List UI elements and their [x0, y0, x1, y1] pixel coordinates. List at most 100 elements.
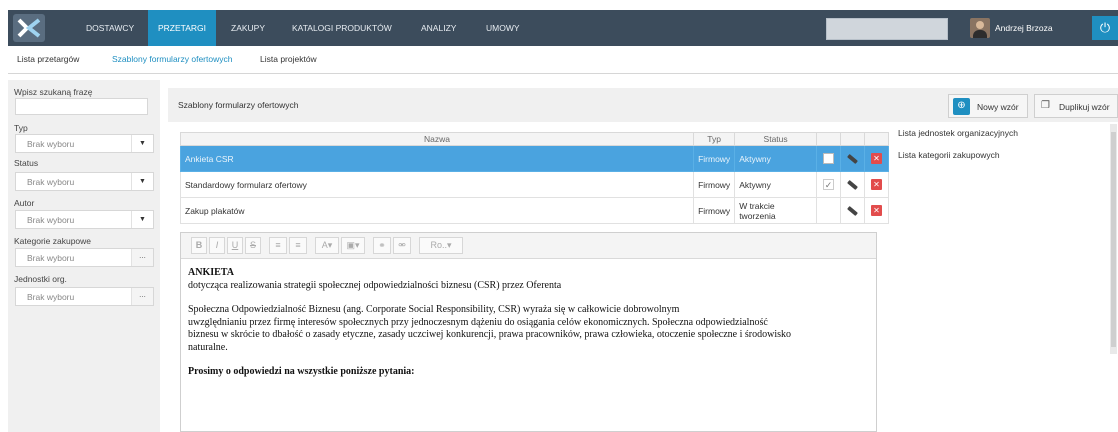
- bullet-list-button[interactable]: ≡: [289, 237, 307, 254]
- row-status: Aktywny: [734, 145, 818, 172]
- duplicate-template-button[interactable]: ❐ Duplikuj wzór: [1034, 94, 1118, 118]
- table-header: Nazwa Typ Status: [179, 132, 890, 146]
- autor-value: Brak wyboru: [27, 215, 75, 225]
- jednostki-value: Brak wyboru: [27, 292, 75, 302]
- tab-lista-projektow[interactable]: Lista projektów: [260, 54, 317, 64]
- row-checkbox-cell: ✓: [816, 171, 841, 198]
- kategorie-picker[interactable]: Brak wyboru ...: [15, 248, 154, 267]
- jednostki-picker[interactable]: Brak wyboru ...: [15, 287, 154, 306]
- kategorie-label: Kategorie zakupowe: [14, 236, 92, 246]
- row-checkbox-cell: [816, 197, 841, 224]
- autor-select[interactable]: Brak wyboru ▼: [15, 210, 154, 229]
- user-name: Andrzej Brzoza: [995, 23, 1053, 33]
- editor-toolbar: B I U S ≡ ≡ A▾ ▣▾ ⚭ ⚮ Ro..▾: [181, 233, 876, 259]
- typ-label: Typ: [14, 123, 28, 133]
- font-size-select[interactable]: Ro..▾: [419, 237, 463, 254]
- nav-analizy[interactable]: ANALIZY: [411, 10, 466, 46]
- col-blank: [863, 132, 890, 146]
- main-panel: Szablony formularzy ofertowych ⊕ Nowy wz…: [168, 80, 1118, 432]
- editor-content[interactable]: ANKIETA dotycząca realizowania strategii…: [188, 267, 878, 379]
- content-subtitle: dotycząca realizowania strategii społecz…: [188, 279, 562, 291]
- italic-button[interactable]: I: [209, 237, 225, 254]
- user-menu[interactable]: Andrzej Brzoza: [970, 10, 1053, 46]
- checkbox[interactable]: [823, 153, 835, 165]
- nav-umowy[interactable]: UMOWY: [476, 10, 530, 46]
- table-row[interactable]: Standardowy formularz ofertowy Firmowy A…: [179, 171, 890, 198]
- table-row[interactable]: Zakup plakatów Firmowy W trakcie tworzen…: [179, 197, 890, 224]
- nav-dostawcy[interactable]: DOSTAWCY: [76, 10, 144, 46]
- row-status: W trakcie tworzenia: [734, 197, 818, 224]
- link-jednostki[interactable]: Lista jednostek organizacyjnych: [898, 128, 1018, 138]
- pencil-icon[interactable]: [846, 180, 858, 191]
- delete-icon[interactable]: ✕: [870, 179, 882, 191]
- row-type: Firmowy: [693, 171, 736, 198]
- status-label: Status: [14, 158, 39, 168]
- global-search-input[interactable]: [826, 18, 948, 40]
- background-color-button[interactable]: ▣▾: [341, 237, 365, 254]
- col-blank: [816, 132, 841, 146]
- content-paragraph: uwzględnianiu przez firmę interesów społ…: [188, 316, 768, 328]
- table-row[interactable]: Ankieta CSR Firmowy Aktywny ✕: [179, 145, 890, 172]
- avatar: [970, 18, 990, 38]
- row-type: Firmowy: [693, 145, 736, 172]
- templates-table: Nazwa Typ Status Ankieta CSR Firmowy Akt…: [179, 132, 890, 224]
- font-color-button[interactable]: A▾: [315, 237, 339, 254]
- link-kategorie[interactable]: Lista kategorii zakupowych: [898, 150, 1000, 160]
- main-header: Szablony formularzy ofertowych ⊕ Nowy wz…: [168, 88, 1118, 122]
- pencil-icon[interactable]: [846, 206, 858, 217]
- strike-button[interactable]: S: [245, 237, 261, 254]
- autor-label: Autor: [14, 198, 35, 208]
- underline-button[interactable]: U: [227, 237, 243, 254]
- power-icon: ⏻: [1099, 20, 1111, 35]
- top-navbar: DOSTAWCY PRZETARGI ZAKUPY KATALOGI PRODU…: [8, 10, 1118, 46]
- nav-przetargi[interactable]: PRZETARGI: [148, 10, 217, 46]
- content-paragraph: Społeczna Odpowiedzialność Biznesu (ang.…: [188, 304, 680, 315]
- row-checkbox-cell: [816, 145, 841, 172]
- chevron-down-icon: ▼: [131, 135, 153, 152]
- content-closing: Prosimy o odpowiedzi na wszystkie poniżs…: [188, 366, 415, 377]
- tab-szablony-formularzy[interactable]: Szablony formularzy ofertowych: [112, 54, 232, 64]
- unlink-button[interactable]: ⚮: [393, 237, 411, 254]
- row-name: Standardowy formularz ofertowy: [179, 171, 695, 198]
- logo-icon: [13, 14, 45, 42]
- new-template-button[interactable]: ⊕ Nowy wzór: [948, 94, 1028, 118]
- typ-value: Brak wyboru: [27, 139, 75, 149]
- delete-icon[interactable]: ✕: [870, 205, 882, 217]
- row-name: Ankieta CSR: [179, 145, 695, 172]
- bold-button[interactable]: B: [191, 237, 207, 254]
- filter-panel: Wpisz szukaną frazę Typ Brak wyboru ▼ St…: [8, 80, 160, 432]
- right-side-panel: Lista jednostek organizacyjnych Lista ka…: [894, 122, 1118, 432]
- typ-select[interactable]: Brak wyboru ▼: [15, 134, 154, 153]
- row-delete-cell: ✕: [863, 145, 890, 172]
- row-type: Firmowy: [693, 197, 736, 224]
- col-typ[interactable]: Typ: [693, 132, 736, 146]
- scrollbar[interactable]: [1110, 124, 1117, 354]
- check-icon[interactable]: ✓: [823, 179, 835, 191]
- pencil-icon[interactable]: [846, 154, 858, 165]
- ordered-list-button[interactable]: ≡: [269, 237, 287, 254]
- col-nazwa[interactable]: Nazwa: [179, 132, 695, 146]
- delete-icon[interactable]: ✕: [870, 153, 882, 165]
- nav-zakupy[interactable]: ZAKUPY: [221, 10, 275, 46]
- row-edit-cell: [840, 145, 865, 172]
- status-select[interactable]: Brak wyboru ▼: [15, 172, 154, 191]
- row-edit-cell: [840, 171, 865, 198]
- rich-text-editor[interactable]: B I U S ≡ ≡ A▾ ▣▾ ⚭ ⚮ Ro..▾ ANKIETA doty…: [180, 232, 877, 432]
- copy-icon: ❐: [1041, 100, 1050, 111]
- link-button[interactable]: ⚭: [373, 237, 391, 254]
- search-input[interactable]: [15, 98, 148, 115]
- chevron-down-icon: ▼: [131, 173, 153, 190]
- col-status[interactable]: Status: [734, 132, 818, 146]
- logout-button[interactable]: ⏻: [1092, 16, 1118, 40]
- scrollbar-thumb[interactable]: [1111, 132, 1116, 347]
- page-title: Szablony formularzy ofertowych: [178, 100, 299, 110]
- app-logo[interactable]: [8, 10, 50, 46]
- nav-katalogi-produktow[interactable]: KATALOGI PRODUKTÓW: [282, 10, 402, 46]
- subtabs: Lista przetargów Szablony formularzy ofe…: [8, 48, 1118, 74]
- content-heading: ANKIETA: [188, 267, 234, 278]
- picker-button[interactable]: ...: [131, 249, 153, 266]
- tab-lista-przetargow[interactable]: Lista przetargów: [17, 54, 79, 64]
- new-template-label: Nowy wzór: [977, 102, 1019, 112]
- kategorie-value: Brak wyboru: [27, 253, 75, 263]
- picker-button[interactable]: ...: [131, 288, 153, 305]
